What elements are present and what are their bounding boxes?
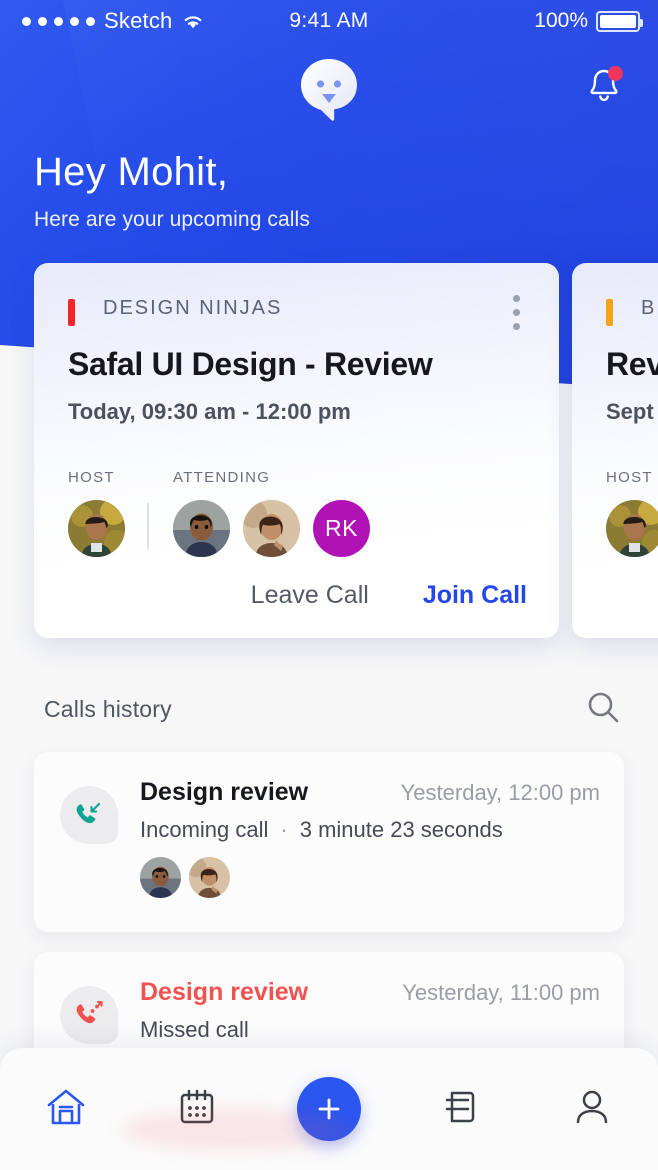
card-title: Safal UI Design - Review (68, 346, 433, 382)
notes-list-icon (441, 1087, 481, 1132)
host-label-next: HOST (606, 469, 653, 486)
nav-home[interactable] (24, 1067, 108, 1151)
calls-history-title: Calls history (44, 696, 172, 722)
missed-call-icon (60, 986, 118, 1044)
call-meta-separator: · (280, 817, 288, 842)
upcoming-calls-carousel[interactable]: DESIGN NINJAS Safal UI Design - Review T… (0, 263, 658, 643)
host-group: HOST (68, 469, 125, 557)
attendee-avatar-1[interactable] (173, 500, 230, 557)
person-icon (572, 1087, 612, 1132)
call-participants (140, 857, 600, 898)
participant-avatar-1[interactable] (140, 857, 181, 898)
host-label: HOST (68, 469, 115, 486)
call-name: Design review (140, 778, 309, 806)
card-actions: Leave Call Join Call (251, 581, 527, 610)
upcoming-call-card[interactable]: DESIGN NINJAS Safal UI Design - Review T… (34, 263, 559, 638)
participant-avatar-2[interactable] (189, 857, 230, 898)
call-timestamp-missed: Yesterday, 11:00 pm (402, 980, 600, 1005)
notification-badge-dot (608, 66, 623, 81)
card-accent-bar-next (606, 299, 613, 326)
join-call-button[interactable]: Join Call (423, 581, 527, 610)
call-name-missed: Design review (140, 978, 309, 1006)
host-avatar[interactable] (68, 500, 125, 557)
call-duration: 3 minute 23 seconds (299, 817, 503, 842)
nav-profile[interactable] (550, 1067, 634, 1151)
nav-background-blob (120, 1108, 350, 1152)
call-type-missed: Missed call (140, 1017, 249, 1042)
notifications-button[interactable] (580, 62, 628, 110)
kebab-menu-icon[interactable] (503, 295, 529, 330)
status-time: 9:41 AM (289, 9, 369, 32)
status-bar: Sketch 9:41 AM 100% (0, 0, 658, 42)
page-title: Hey Mohit, (34, 150, 229, 194)
card-accent-bar (68, 299, 75, 326)
leave-call-button[interactable]: Leave Call (251, 581, 369, 610)
attending-group: ATTENDING RK (173, 469, 370, 557)
upcoming-call-card-next[interactable]: BL Rev Sept HOST (572, 263, 658, 638)
chat-ghost-logo (298, 57, 360, 128)
host-avatar-next[interactable] (606, 500, 658, 557)
call-timestamp: Yesterday, 12:00 pm (400, 780, 600, 805)
attendee-avatar-initials[interactable]: RK (313, 500, 370, 557)
card-org-label: DESIGN NINJAS (103, 297, 283, 319)
calls-history-header: Calls history (44, 690, 620, 729)
bottom-navigation (0, 1048, 658, 1170)
card-participants: HOST ATTENDING RK (68, 469, 559, 557)
greeting-block: Hey Mohit, Here are your upcoming calls (34, 150, 310, 232)
card-participants-next: HOST (606, 469, 658, 557)
search-icon[interactable] (586, 690, 620, 729)
home-icon (45, 1086, 87, 1133)
card-org-label-next: BL (641, 297, 658, 319)
app-screen: Sketch 9:41 AM 100% Hey Mohit, Here are … (0, 0, 658, 1170)
card-header: DESIGN NINJAS (34, 263, 559, 330)
page-subtitle: Here are your upcoming calls (34, 208, 310, 231)
call-type: Incoming call (140, 817, 269, 842)
card-time: Today, 09:30 am - 12:00 pm (68, 399, 351, 424)
attending-label: ATTENDING (173, 469, 271, 486)
battery-full-icon (596, 10, 643, 32)
participants-divider (147, 503, 149, 549)
card-time-next: Sept (606, 399, 654, 424)
call-history-item[interactable]: Design review Yesterday, 12:00 pm Incomi… (34, 752, 624, 932)
card-header-next: BL (572, 263, 658, 326)
card-title-next: Rev (606, 346, 658, 382)
nav-notes[interactable] (419, 1067, 503, 1151)
attendee-avatar-2[interactable] (243, 500, 300, 557)
app-logo-wrap (0, 57, 658, 128)
incoming-call-icon (60, 786, 118, 844)
